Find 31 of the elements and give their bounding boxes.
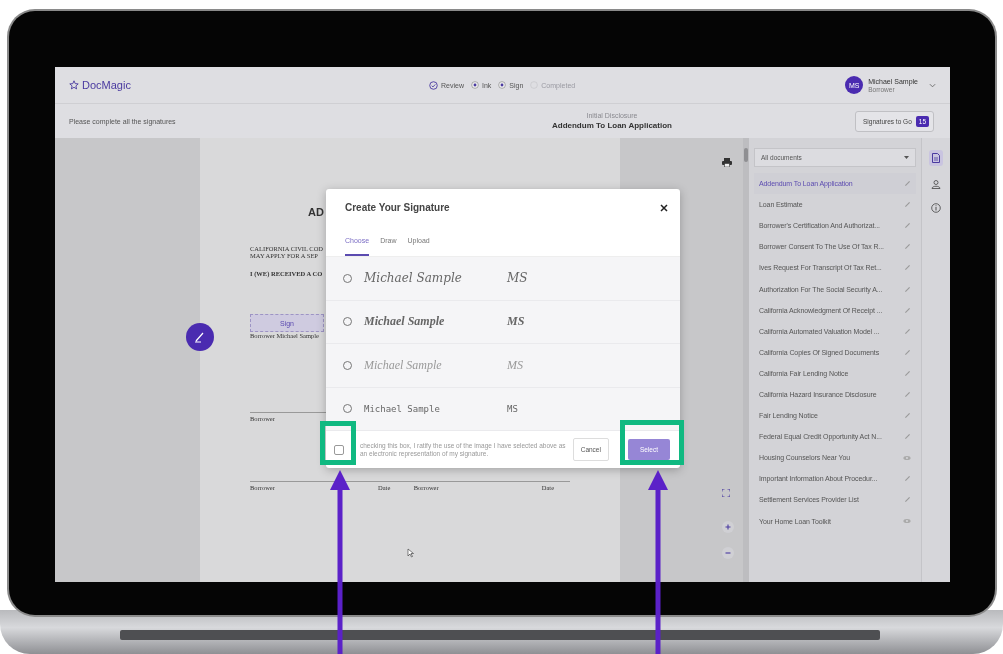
signature-option[interactable]: Michael Sample MS: [326, 300, 680, 344]
signature-preview: Michael Sample: [364, 403, 441, 414]
document-icon[interactable]: [929, 150, 943, 166]
checkbox[interactable]: [334, 444, 344, 455]
zoom-out-icon[interactable]: [722, 547, 734, 559]
document-title: Addendum To Loan Application: [552, 121, 672, 130]
initials-preview: MS: [507, 403, 518, 414]
signature-preview: Michael Sample: [364, 271, 463, 286]
print-icon[interactable]: [722, 158, 732, 167]
signature-preview: Michael Sample: [364, 314, 446, 330]
chevron-down-icon[interactable]: [929, 82, 936, 88]
initials-preview: MS: [507, 314, 525, 330]
star-icon: [69, 80, 79, 90]
zoom-in-icon[interactable]: [722, 521, 734, 533]
signature-option[interactable]: Michael Sample MS: [326, 257, 680, 301]
close-icon[interactable]: [660, 203, 668, 212]
caret-icon: [904, 156, 909, 159]
highlight-frame: [320, 421, 356, 465]
highlight-frame: [620, 420, 684, 465]
initials-preview: MS: [507, 357, 523, 373]
pen-icon[interactable]: [186, 323, 214, 351]
signature-preview: Michael Sample: [364, 357, 443, 373]
people-icon[interactable]: [931, 180, 941, 189]
info-icon[interactable]: [931, 203, 941, 213]
app-logo[interactable]: DocMagic: [82, 79, 131, 91]
dialog-title: Create Your Signature: [345, 202, 450, 213]
cursor-icon: [407, 548, 414, 558]
expand-icon[interactable]: [722, 489, 730, 497]
signature-option[interactable]: Michael Sample MS: [326, 387, 680, 431]
document-heading: AD: [308, 206, 324, 218]
initials-preview: MS: [507, 271, 528, 286]
